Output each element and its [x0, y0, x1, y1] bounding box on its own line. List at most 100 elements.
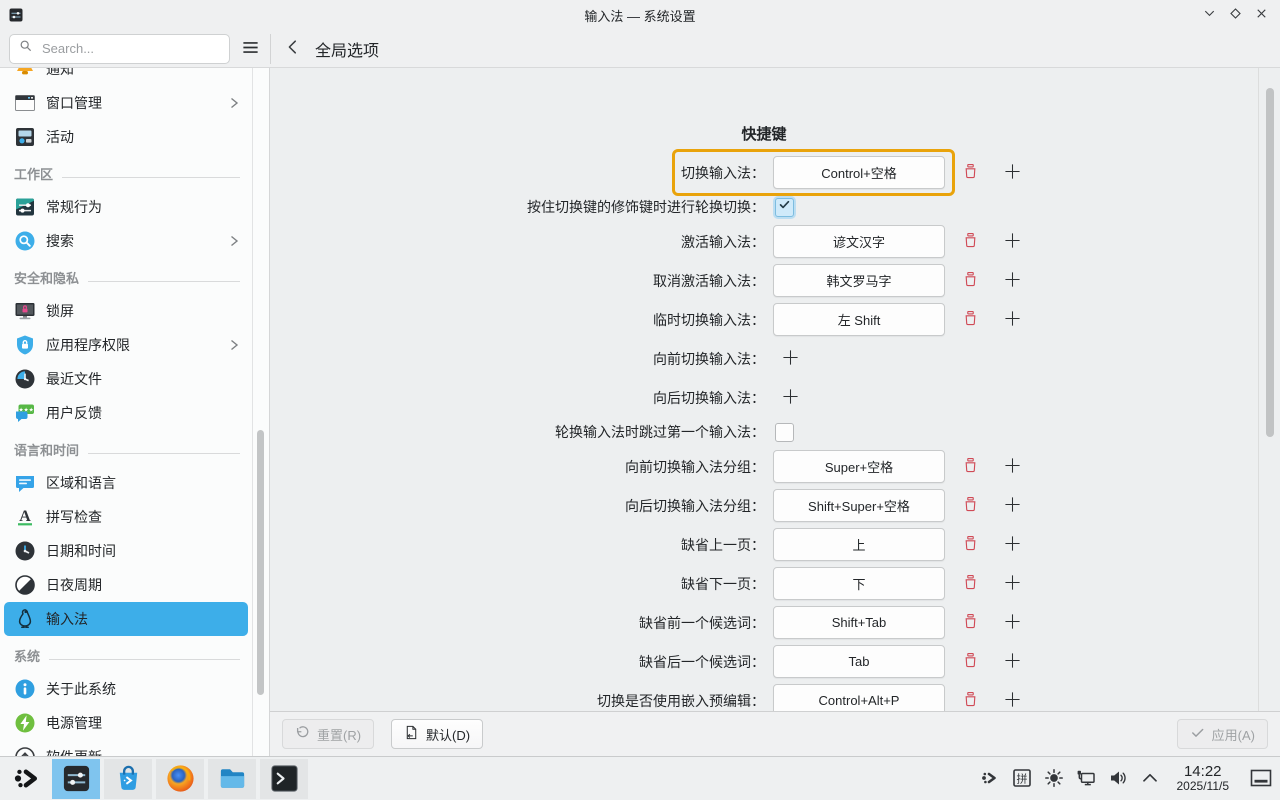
plus-icon: [782, 388, 799, 408]
tray-expand-button[interactable]: [1140, 768, 1160, 788]
sidebar-scrollbar-thumb[interactable]: [257, 430, 264, 695]
sidebar-item-recent-files[interactable]: 最近文件: [4, 362, 248, 396]
window-management-icon: [14, 92, 36, 114]
sidebar-item-user-feedback[interactable]: ★★★用户反馈: [4, 396, 248, 430]
shortcut-key-button[interactable]: Super+空格: [773, 450, 945, 483]
delete-shortcut-button[interactable]: [961, 311, 979, 329]
sidebar-item-general-behavior[interactable]: 常规行为: [4, 190, 248, 224]
shortcut-key-button[interactable]: 上: [773, 528, 945, 561]
checkbox-enumerate-with-modifier[interactable]: [775, 198, 794, 217]
sidebar-item-notifications[interactable]: 通知: [4, 68, 248, 86]
checkbox-skip-first-input-method[interactable]: [775, 423, 794, 442]
add-shortcut-button[interactable]: [1003, 233, 1021, 251]
delete-shortcut-button[interactable]: [961, 233, 979, 251]
sidebar-item-input-method[interactable]: 输入法: [4, 602, 248, 636]
sidebar-item-power-management[interactable]: 电源管理: [4, 706, 248, 740]
setting-controls: [765, 195, 1280, 219]
shortcut-key-button[interactable]: Control+Alt+P: [773, 684, 945, 711]
search-box[interactable]: [9, 34, 230, 64]
add-shortcut-button[interactable]: [1003, 614, 1021, 632]
launcher-icon: [12, 763, 43, 794]
tray-input-method-button[interactable]: 拼: [1012, 768, 1032, 788]
recent-files-icon: [14, 368, 36, 390]
menu-button[interactable]: [239, 37, 262, 61]
sidebar-item-night-color[interactable]: 日夜周期: [4, 568, 248, 602]
delete-shortcut-button[interactable]: [961, 614, 979, 632]
setting-controls: 上: [765, 528, 1280, 561]
system-settings-window: 输入法 — 系统设置 全局选项 通知窗口管理活动工作区常规行为搜索安全和隐私锁屏…: [0, 0, 1280, 800]
add-shortcut-button[interactable]: [1003, 575, 1021, 593]
tray-volume-button[interactable]: [1108, 768, 1128, 788]
add-shortcut-button[interactable]: [1003, 164, 1021, 182]
plus-icon: [1004, 496, 1021, 516]
sidebar-item-window-management[interactable]: 窗口管理: [4, 86, 248, 120]
sidebar-item-search[interactable]: 搜索: [4, 224, 248, 258]
shortcut-key-button[interactable]: 谚文汉字: [773, 225, 945, 258]
setting-controls: Shift+Super+空格: [765, 489, 1280, 522]
sidebar-item-region-language[interactable]: 区域和语言: [4, 466, 248, 500]
reset-button[interactable]: 重置(R): [282, 719, 374, 749]
setting-controls: Control+Alt+P: [765, 684, 1280, 711]
chevron-right-icon: [226, 233, 242, 249]
close-button[interactable]: [1253, 7, 1270, 24]
taskbar-discover[interactable]: [104, 759, 152, 799]
delete-shortcut-button[interactable]: [961, 497, 979, 515]
clock[interactable]: 14:22 2025/11/5: [1177, 763, 1230, 794]
shortcut-key-button[interactable]: 下: [773, 567, 945, 600]
taskbar-konsole[interactable]: [260, 759, 308, 799]
sidebar-item-activities[interactable]: 活动: [4, 120, 248, 154]
add-shortcut-button[interactable]: [781, 389, 799, 407]
add-shortcut-button[interactable]: [1003, 653, 1021, 671]
add-shortcut-button[interactable]: [1003, 311, 1021, 329]
sidebar-item-about-system[interactable]: 关于此系统: [4, 672, 248, 706]
tray-brightness-button[interactable]: [1044, 768, 1064, 788]
about-system-icon: [14, 678, 36, 700]
night-color-icon: [14, 574, 36, 596]
add-shortcut-button[interactable]: [1003, 536, 1021, 554]
add-shortcut-button[interactable]: [1003, 458, 1021, 476]
tray-display-button[interactable]: [1076, 768, 1096, 788]
delete-shortcut-button[interactable]: [961, 536, 979, 554]
delete-shortcut-button[interactable]: [961, 692, 979, 710]
delete-shortcut-button[interactable]: [961, 164, 979, 182]
sidebar-item-spell-check[interactable]: A拼写检查: [4, 500, 248, 534]
taskbar-system-settings[interactable]: [52, 759, 100, 799]
setting-label: 激活输入法：: [681, 232, 765, 252]
add-shortcut-button[interactable]: [781, 350, 799, 368]
minimize-button[interactable]: [1201, 7, 1218, 24]
shortcut-key-button[interactable]: Shift+Tab: [773, 606, 945, 639]
sidebar-item-date-time[interactable]: 日期和时间: [4, 534, 248, 568]
apply-button[interactable]: 应用(A): [1177, 719, 1268, 749]
add-shortcut-button[interactable]: [1003, 497, 1021, 515]
add-shortcut-button[interactable]: [1003, 272, 1021, 290]
shortcut-key-button[interactable]: 左 Shift: [773, 303, 945, 336]
shortcut-key-button[interactable]: 韩文罗马字: [773, 264, 945, 297]
defaults-button[interactable]: 默认(D): [391, 719, 483, 749]
peek-desktop-button[interactable]: [1250, 769, 1272, 787]
taskbar-firefox[interactable]: [156, 759, 204, 799]
taskbar-dolphin[interactable]: [208, 759, 256, 799]
add-shortcut-button[interactable]: [1003, 692, 1021, 710]
back-button[interactable]: [282, 38, 304, 60]
sidebar-item-app-permissions[interactable]: 应用程序权限: [4, 328, 248, 362]
content-area: 快捷键 切换输入法：Control+空格按住切换键的修饰键时进行轮换切换：激活输…: [270, 68, 1280, 711]
svg-text:拼: 拼: [1016, 772, 1027, 786]
delete-shortcut-button[interactable]: [961, 653, 979, 671]
page-title: 全局选项: [315, 37, 379, 61]
delete-shortcut-button[interactable]: [961, 575, 979, 593]
delete-shortcut-button[interactable]: [961, 458, 979, 476]
shortcut-key-button[interactable]: Shift+Super+空格: [773, 489, 945, 522]
search-input[interactable]: [40, 40, 220, 57]
taskbar-app-launcher[interactable]: [6, 759, 48, 799]
shortcut-key-button[interactable]: Tab: [773, 645, 945, 678]
sidebar-section-header: 工作区: [0, 154, 252, 190]
shortcut-key-button[interactable]: Control+空格: [773, 156, 945, 189]
sidebar-item-software-update[interactable]: 软件更新: [4, 740, 248, 756]
content-scrollbar-thumb[interactable]: [1266, 88, 1274, 437]
maximize-button[interactable]: [1227, 7, 1244, 24]
delete-shortcut-button[interactable]: [961, 272, 979, 290]
sidebar-item-screen-locking[interactable]: 锁屏: [4, 294, 248, 328]
activities-icon: [14, 126, 36, 148]
tray-launcher-button[interactable]: [980, 768, 1000, 788]
tray-launcher-icon: [980, 768, 1000, 788]
